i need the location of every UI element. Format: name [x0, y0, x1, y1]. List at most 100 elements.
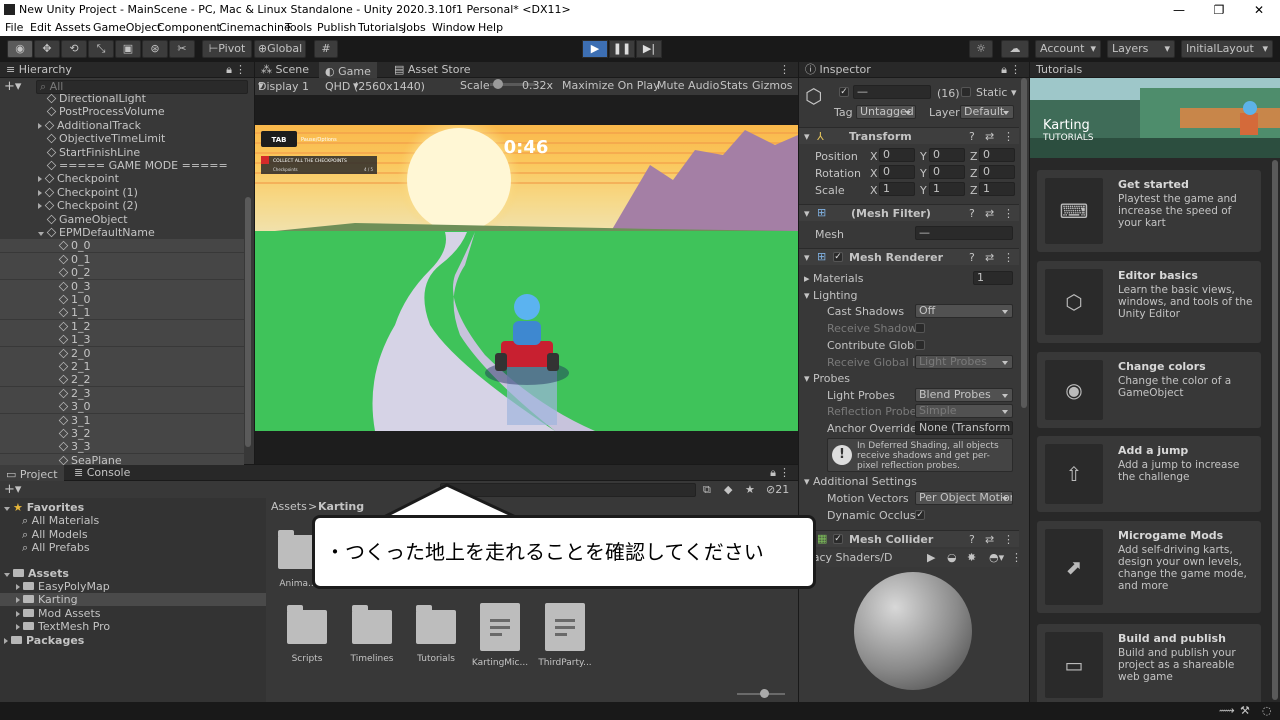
menu-tools[interactable]: Tools	[285, 21, 312, 34]
more-menu-icon[interactable]: ⋮	[1003, 251, 1014, 264]
breadcrumb-assets[interactable]: Assets	[271, 500, 307, 513]
transform-scl-y-field[interactable]: 1	[929, 182, 965, 196]
hierarchy-item[interactable]: DirectionalLight	[0, 92, 244, 105]
anchor-override-field[interactable]: None (Transform	[915, 421, 1013, 435]
asset-grid-item[interactable]: Tutorials	[406, 605, 466, 664]
help-icon[interactable]: ?	[969, 207, 975, 220]
receive-shadows-checkbox[interactable]	[915, 323, 925, 333]
tutorials-scrollbar[interactable]	[1272, 160, 1278, 700]
transform-scl-x-field[interactable]: 1	[879, 182, 915, 196]
more-menu-icon[interactable]: ⋮	[235, 63, 246, 76]
menu-jobs[interactable]: Jobs	[403, 21, 426, 34]
foldout-arrow-icon[interactable]	[38, 122, 42, 129]
hierarchy-item[interactable]: 1_0	[0, 293, 244, 306]
menu-file[interactable]: File	[5, 21, 23, 34]
dynamic-occlusion-checkbox[interactable]: ✓	[915, 510, 925, 520]
foldout-arrow-icon[interactable]	[16, 610, 20, 617]
preset-icon[interactable]: ⇄	[985, 251, 994, 264]
materials-count-field[interactable]: 1	[973, 271, 1013, 285]
tutorial-card[interactable]: ⬡ Editor basics Learn the basic views, win…	[1037, 261, 1261, 343]
hierarchy-item[interactable]: 3_2	[0, 427, 244, 440]
hierarchy-item[interactable]: 0_1	[0, 252, 244, 266]
sphere-icon[interactable]: ◒	[947, 551, 957, 564]
display-dropdown[interactable]: Display 1 ▾	[258, 79, 309, 93]
menu-cinemachine[interactable]: Cinemachine	[219, 21, 291, 34]
hierarchy-scrollbar[interactable]	[245, 197, 251, 447]
transform-pos-x-field[interactable]: 0	[879, 148, 915, 162]
hierarchy-item[interactable]: EPMDefaultName	[0, 226, 244, 239]
scale-slider-handle[interactable]	[493, 79, 503, 89]
hierarchy-item[interactable]: 0_3	[0, 279, 244, 293]
foldout-arrow-icon[interactable]: ▾	[804, 251, 810, 264]
layers-dropdown[interactable]: Layers ▾	[1107, 40, 1175, 58]
hierarchy-item[interactable]: 2_0	[0, 346, 244, 360]
mesh-renderer-component-header[interactable]: ▾ ⊞ ✓ Mesh Renderer ? ⇄ ⋮	[799, 248, 1019, 265]
foldout-arrow-icon[interactable]	[38, 176, 42, 183]
more-menu-icon[interactable]: ⋮	[1010, 63, 1021, 76]
foldout-arrow-icon[interactable]	[38, 189, 42, 196]
mesh-filter-component-header[interactable]: ▾ ⊞ (Mesh Filter) ? ⇄ ⋮	[799, 204, 1019, 221]
tab-hierarchy[interactable]: ≡ Hierarchy	[0, 62, 78, 78]
help-icon[interactable]: ?	[969, 251, 975, 264]
foldout-arrow-icon[interactable]: ▾	[804, 130, 810, 143]
object-name-input[interactable]: —	[853, 85, 931, 99]
hierarchy-item[interactable]: 3_1	[0, 413, 244, 427]
transform-rot-z-field[interactable]: 0	[979, 165, 1015, 179]
hierarchy-item[interactable]: StartFinishLine	[0, 146, 244, 159]
materials-foldout[interactable]: ▸ Materials	[804, 272, 863, 285]
account-dropdown[interactable]: Account ▾	[1035, 40, 1101, 58]
additional-settings-foldout[interactable]: ▾ Additional Settings	[804, 475, 917, 488]
mesh-collider-enabled-checkbox[interactable]: ✓	[833, 534, 843, 544]
receive-gi-dropdown[interactable]: Light Probes	[915, 355, 1013, 369]
breadcrumb-karting[interactable]: Karting	[318, 500, 364, 513]
transform-rot-x-field[interactable]: 0	[879, 165, 915, 179]
hierarchy-item[interactable]: ObjectiveTimeLimit	[0, 132, 244, 145]
mesh-renderer-enabled-checkbox[interactable]: ✓	[833, 252, 843, 262]
foldout-arrow-icon[interactable]: ▾	[804, 207, 810, 220]
asset-folder-item[interactable]: EasyPolyMap	[0, 580, 266, 593]
more-menu-icon[interactable]: ⋮	[1011, 551, 1022, 564]
tab-game[interactable]: ◐ Game	[319, 62, 377, 78]
hierarchy-item[interactable]: 2_3	[0, 386, 244, 400]
menu-window[interactable]: Window	[432, 21, 475, 34]
contribute-gi-checkbox[interactable]	[915, 340, 925, 350]
tutorial-card[interactable]: ⌨ Get started Playtest the game and increa…	[1037, 170, 1261, 252]
maximize-on-play-toggle[interactable]: Maximize On Play	[562, 79, 660, 92]
help-icon[interactable]: ?	[969, 533, 975, 546]
global-toggle[interactable]: ⊕Global	[254, 40, 306, 58]
hierarchy-item[interactable]: 1_1	[0, 306, 244, 320]
preset-icon[interactable]: ⇄	[985, 207, 994, 220]
cast-shadows-dropdown[interactable]: Off	[915, 304, 1013, 318]
asset-grid-item[interactable]: ThirdParty...	[535, 603, 595, 668]
inspector-scrollbar[interactable]	[1021, 78, 1027, 408]
static-dropdown[interactable]: Static ▾	[976, 86, 1016, 99]
static-checkbox[interactable]	[961, 87, 971, 97]
tutorial-card[interactable]: ⇧ Add a jump Add a jump to increase the ch…	[1037, 436, 1261, 512]
tab-console[interactable]: ≣ Console	[68, 465, 136, 481]
asset-grid-item[interactable]: Timelines	[342, 605, 402, 664]
custom-tool-button[interactable]: ✂	[169, 40, 195, 58]
hierarchy-item[interactable]: 0_2	[0, 266, 244, 280]
foldout-arrow-icon[interactable]	[16, 597, 20, 604]
menu-publish[interactable]: Publish	[317, 21, 356, 34]
star-icon[interactable]: ★	[745, 483, 755, 496]
preview-mode-icon[interactable]: ◓▾	[989, 551, 1004, 564]
rect-tool-button[interactable]: ▣	[115, 40, 141, 58]
cloud-button[interactable]: ☁	[1001, 40, 1029, 58]
play-button[interactable]: ▶	[582, 40, 608, 58]
hidden-packages-toggle[interactable]: ⊘21	[766, 483, 789, 496]
menu-assets[interactable]: Assets	[55, 21, 91, 34]
lock-icon[interactable]: 🔒︎	[770, 466, 776, 480]
asset-grid-item[interactable]: KartingMic...	[470, 603, 530, 668]
gizmos-dropdown[interactable]: Gizmos	[752, 79, 793, 92]
favorites-foldout[interactable]: ★ Favorites	[4, 501, 84, 514]
assets-foldout[interactable]: Assets	[4, 567, 69, 580]
minimize-button[interactable]: —	[1164, 2, 1194, 18]
add-icon[interactable]: +▾	[4, 79, 21, 94]
lighting-foldout[interactable]: ▾ Lighting	[804, 289, 858, 302]
hierarchy-item[interactable]: AdditionalTrack	[0, 119, 244, 132]
menu-help[interactable]: Help	[478, 21, 503, 34]
menu-component[interactable]: Component	[157, 21, 221, 34]
tag-dropdown[interactable]: Untagged	[856, 105, 916, 119]
hierarchy-item[interactable]: 3_0	[0, 400, 244, 414]
